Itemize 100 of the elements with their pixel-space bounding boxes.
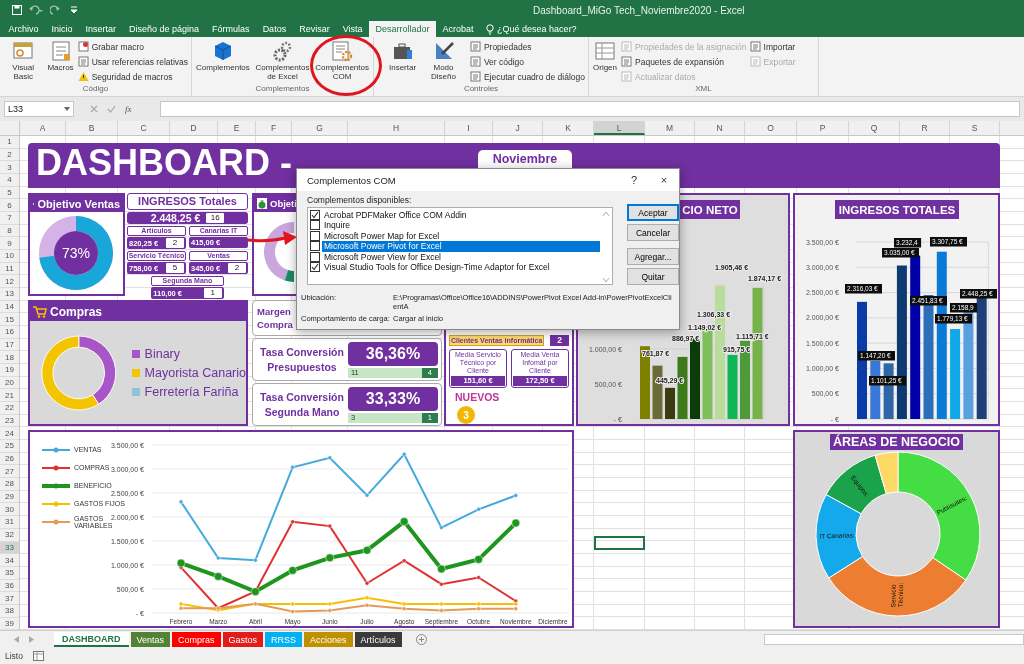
column-header[interactable]: G bbox=[292, 121, 348, 135]
ribbon-button[interactable]: Insertar bbox=[388, 40, 418, 84]
row-header[interactable]: 32 bbox=[0, 528, 19, 542]
column-header[interactable]: E bbox=[218, 121, 256, 135]
ribbon-button[interactable]: Complementos de Excel bbox=[253, 40, 312, 84]
ribbon-tab[interactable]: Archivo bbox=[2, 21, 45, 37]
column-header[interactable]: L bbox=[594, 121, 645, 135]
column-header[interactable]: O bbox=[745, 121, 797, 135]
ribbon-button[interactable]: Importar bbox=[749, 40, 796, 53]
row-header[interactable]: 3 bbox=[0, 161, 19, 174]
row-header[interactable]: 4 bbox=[0, 174, 19, 187]
checkbox[interactable] bbox=[310, 209, 320, 220]
checkbox[interactable] bbox=[310, 251, 320, 262]
column-header[interactable]: P bbox=[797, 121, 849, 135]
dialog-button[interactable]: Quitar bbox=[627, 268, 679, 285]
close-button[interactable]: × bbox=[649, 169, 679, 191]
ribbon-tab[interactable]: Desarrollador bbox=[369, 21, 437, 37]
ribbon-tab[interactable]: Inicio bbox=[45, 21, 80, 37]
row-header[interactable]: 25 bbox=[0, 440, 19, 453]
ribbon-button[interactable]: Complementos COM bbox=[314, 40, 370, 84]
dialog-button[interactable]: Cancelar bbox=[627, 224, 679, 241]
ribbon-tab[interactable]: Diseño de página bbox=[122, 21, 206, 37]
ribbon-button[interactable]: Modo Diseño bbox=[420, 40, 467, 84]
row-header[interactable]: 27 bbox=[0, 465, 19, 479]
column-header[interactable]: N bbox=[695, 121, 745, 135]
scroll-up-icon[interactable] bbox=[603, 211, 609, 216]
sheet-tab[interactable]: Ventas bbox=[130, 632, 171, 647]
column-header[interactable]: H bbox=[348, 121, 445, 135]
row-header[interactable]: 17 bbox=[0, 338, 19, 352]
checkbox[interactable] bbox=[310, 220, 320, 231]
row-header[interactable]: 28 bbox=[0, 478, 19, 491]
ribbon-button[interactable]: Ver código bbox=[469, 55, 585, 68]
column-header[interactable]: R bbox=[900, 121, 950, 135]
row-header[interactable]: 36 bbox=[0, 579, 19, 593]
column-header[interactable]: F bbox=[256, 121, 292, 135]
row-header[interactable]: 24 bbox=[0, 427, 19, 441]
row-header[interactable]: 6 bbox=[0, 199, 19, 213]
sheet-tab[interactable]: DASHBOARD bbox=[54, 632, 129, 647]
column-header[interactable]: M bbox=[645, 121, 695, 135]
customize-icon[interactable] bbox=[71, 6, 77, 14]
ribbon-tab[interactable]: Insertar bbox=[79, 21, 123, 37]
row-header[interactable]: 37 bbox=[0, 592, 19, 605]
row-header[interactable]: 35 bbox=[0, 566, 19, 580]
row-header[interactable]: 18 bbox=[0, 351, 19, 365]
ribbon-button[interactable]: Visual Basic bbox=[3, 40, 44, 84]
checkbox[interactable] bbox=[310, 230, 320, 241]
sheet-tab[interactable]: Artículos bbox=[354, 632, 402, 647]
ribbon-button[interactable]: Grabar macro bbox=[77, 40, 188, 53]
ribbon-tab[interactable]: Revisar bbox=[292, 21, 337, 37]
formula-field[interactable] bbox=[160, 101, 1020, 117]
row-header[interactable]: 12 bbox=[0, 275, 19, 289]
scroll-down-icon[interactable] bbox=[603, 277, 609, 282]
cancel-icon[interactable] bbox=[90, 105, 98, 113]
ribbon-button[interactable]: Seguridad de macros bbox=[77, 70, 188, 83]
ribbon-tab[interactable]: Datos bbox=[256, 21, 293, 37]
undo-icon[interactable] bbox=[29, 5, 43, 15]
column-header[interactable]: A bbox=[20, 121, 66, 135]
row-header[interactable]: 16 bbox=[0, 326, 19, 339]
row-header[interactable]: 14 bbox=[0, 300, 19, 314]
list-item[interactable]: Visual Studio Tools for Office Design-Time Adaptor for Excel bbox=[310, 262, 600, 273]
row-header[interactable]: 9 bbox=[0, 237, 19, 251]
list-item[interactable]: Inquire bbox=[310, 220, 600, 231]
add-icon[interactable] bbox=[415, 634, 427, 645]
ribbon-button[interactable]: Macros bbox=[46, 40, 75, 84]
list-item[interactable]: Microsoft Power Map for Excel bbox=[310, 230, 600, 241]
row-header[interactable]: 1 bbox=[0, 136, 19, 149]
column-header[interactable]: Q bbox=[849, 121, 900, 135]
column-header[interactable]: I bbox=[445, 121, 493, 135]
sheet-tab[interactable]: Compras bbox=[172, 632, 221, 647]
ribbon-button[interactable]: Propiedades bbox=[469, 40, 585, 53]
row-header[interactable]: 21 bbox=[0, 389, 19, 403]
row-header[interactable]: 19 bbox=[0, 364, 19, 377]
column-header[interactable]: C bbox=[118, 121, 170, 135]
checkbox[interactable] bbox=[310, 262, 320, 273]
ribbon-button[interactable]: Usar referencias relativas bbox=[77, 55, 188, 68]
scrollbar[interactable] bbox=[764, 634, 1024, 645]
enter-icon[interactable] bbox=[107, 105, 116, 113]
save-icon[interactable] bbox=[12, 5, 22, 15]
row-header[interactable]: 10 bbox=[0, 250, 19, 263]
column-header[interactable]: B bbox=[66, 121, 118, 135]
column-header[interactable]: J bbox=[493, 121, 543, 135]
row-header[interactable]: 5 bbox=[0, 186, 19, 200]
list-item[interactable]: Microsoft Power View for Excel bbox=[310, 251, 600, 262]
row-header[interactable]: 30 bbox=[0, 503, 19, 517]
row-header[interactable]: 34 bbox=[0, 554, 19, 567]
dialog-button[interactable]: Agregar... bbox=[627, 248, 679, 265]
row-header[interactable]: 13 bbox=[0, 288, 19, 301]
ribbon-button[interactable]: Origen bbox=[592, 40, 618, 84]
insert-function-button[interactable]: fx bbox=[125, 104, 132, 114]
row-header[interactable]: 26 bbox=[0, 452, 19, 466]
ribbon-button[interactable]: Ejecutar cuadro de diálogo bbox=[469, 70, 585, 83]
row-header[interactable]: 8 bbox=[0, 224, 19, 238]
row-header[interactable]: 22 bbox=[0, 402, 19, 415]
selected-cell[interactable] bbox=[594, 536, 645, 550]
column-header[interactable]: D bbox=[170, 121, 218, 135]
next-icon[interactable] bbox=[29, 636, 34, 643]
help-button[interactable]: ? bbox=[619, 169, 649, 191]
dialog-button[interactable]: Aceptar bbox=[627, 204, 679, 221]
search-field[interactable]: ¿Qué desea hacer? bbox=[486, 21, 598, 37]
row-header[interactable]: 31 bbox=[0, 516, 19, 529]
